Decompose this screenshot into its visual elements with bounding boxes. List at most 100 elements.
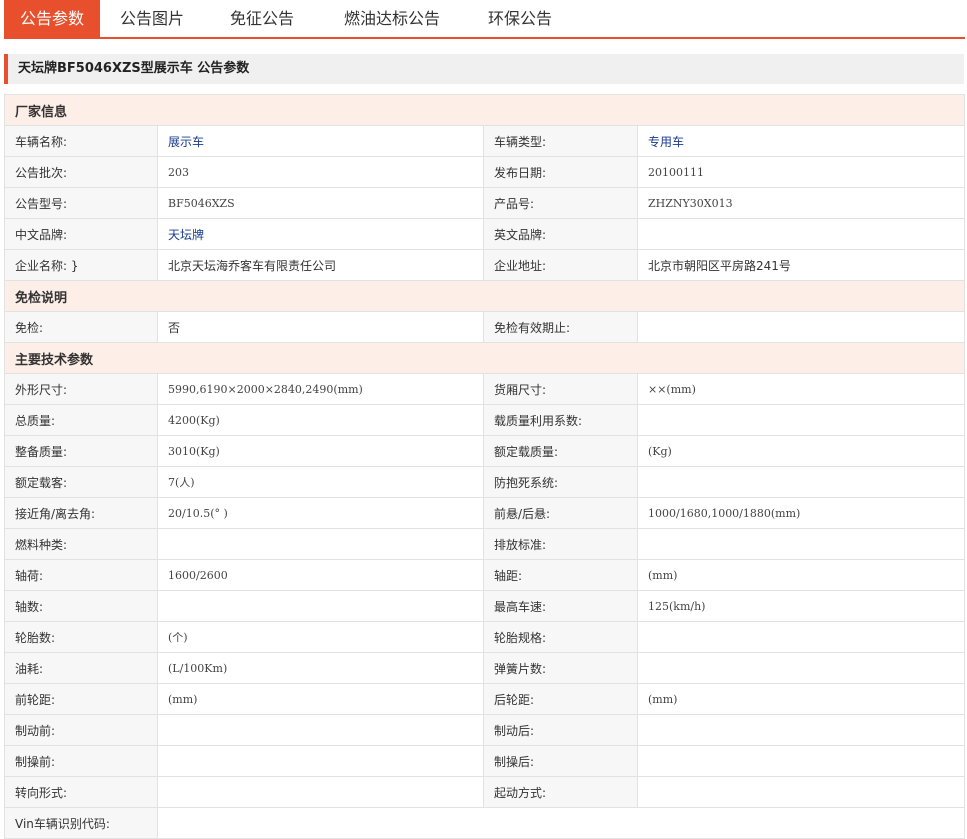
- param-label: 外形尺寸:: [4, 373, 158, 405]
- param-value: [157, 590, 484, 622]
- section-header: 厂家信息: [3, 94, 966, 126]
- param-label: 免检有效期止:: [483, 311, 638, 343]
- param-label: 总质量:: [4, 404, 158, 436]
- param-value: (Kg): [636, 435, 966, 467]
- param-row: 整备质量: 3010(Kg) 额定载质量: (Kg): [4, 435, 966, 467]
- section-title: 免检说明: [3, 280, 966, 312]
- param-value: (mm): [636, 683, 966, 715]
- param-value: 5990,6190×2000×2840,2490(mm): [157, 373, 484, 405]
- param-value: 203: [157, 156, 484, 188]
- section-title: 厂家信息: [3, 94, 966, 126]
- page-title-bar: 天坛牌BF5046XZS型展示车 公告参数: [4, 54, 964, 84]
- param-row: 前轮距: (mm) 后轮距: (mm): [4, 683, 966, 715]
- param-value-link[interactable]: 天坛牌: [157, 218, 484, 250]
- param-label: 制动前:: [4, 714, 158, 746]
- section-title: 主要技术参数: [3, 342, 966, 374]
- param-value: 20/10.5(° ): [157, 497, 484, 529]
- param-label: Vin车辆识别代码:: [4, 807, 158, 839]
- section-header: 主要技术参数: [3, 342, 966, 374]
- param-value: [157, 776, 484, 808]
- param-label: 企业地址:: [483, 249, 638, 281]
- param-value: ZHZNY30X013: [636, 187, 966, 219]
- param-value: [636, 745, 966, 777]
- param-label: 排放标准:: [483, 528, 638, 560]
- param-label: 最高车速:: [483, 590, 638, 622]
- param-label: 轮胎规格:: [483, 621, 638, 653]
- param-label: 弹簧片数:: [483, 652, 638, 684]
- param-value: 125(km/h): [636, 590, 966, 622]
- tab-fuel-compliance[interactable]: 燃油达标公告: [316, 0, 468, 37]
- param-row: Vin车辆识别代码:: [4, 807, 966, 839]
- param-label: 整备质量:: [4, 435, 158, 467]
- param-label: 轴距:: [483, 559, 638, 591]
- param-value-link[interactable]: 展示车: [157, 125, 484, 157]
- param-label: 中文品牌:: [4, 218, 158, 250]
- param-value: [636, 652, 966, 684]
- param-value: [636, 528, 966, 560]
- tab-announcement-images[interactable]: 公告图片: [100, 0, 204, 37]
- param-row: 轮胎数: (个) 轮胎规格:: [4, 621, 966, 653]
- param-row: 外形尺寸: 5990,6190×2000×2840,2490(mm) 货厢尺寸: ××…: [4, 373, 966, 405]
- param-label: 免检:: [4, 311, 158, 343]
- param-row: 燃料种类: 排放标准:: [4, 528, 966, 560]
- param-label: 油耗:: [4, 652, 158, 684]
- tab-announcement-params[interactable]: 公告参数: [4, 0, 100, 37]
- param-value: [156, 807, 966, 839]
- param-value: (mm): [157, 683, 484, 715]
- param-label: 额定载客:: [4, 466, 158, 498]
- param-value: 3010(Kg): [157, 435, 484, 467]
- param-value: 4200(Kg): [157, 404, 484, 436]
- param-value: [157, 528, 484, 560]
- param-label: 发布日期:: [483, 156, 638, 188]
- param-value: 北京市朝阳区平房路241号: [636, 249, 966, 281]
- tab-bar: 公告参数 公告图片 免征公告 燃油达标公告 环保公告: [4, 0, 965, 39]
- param-label: 车辆类型:: [483, 125, 638, 157]
- param-label: 前轮距:: [4, 683, 158, 715]
- param-row: 轴数: 最高车速: 125(km/h): [4, 590, 966, 622]
- param-label: 燃料种类:: [4, 528, 158, 560]
- param-row: 中文品牌: 天坛牌 英文品牌:: [4, 218, 966, 250]
- param-value: [636, 311, 966, 343]
- param-label: 公告批次:: [4, 156, 158, 188]
- param-row: 接近角/离去角: 20/10.5(° ) 前悬/后悬: 1000/1680,1000/…: [4, 497, 966, 529]
- param-value: [636, 776, 966, 808]
- param-value: 7(人): [157, 466, 484, 498]
- param-label: 额定载质量:: [483, 435, 638, 467]
- tab-environmental[interactable]: 环保公告: [468, 0, 572, 37]
- param-label: 轴荷:: [4, 559, 158, 591]
- param-row: 额定载客: 7(人) 防抱死系统:: [4, 466, 966, 498]
- param-value: (L/100Km): [157, 652, 484, 684]
- param-label: 轮胎数:: [4, 621, 158, 653]
- param-label: 后轮距:: [483, 683, 638, 715]
- param-row: 公告批次: 203 发布日期: 20100111: [4, 156, 966, 188]
- param-row: 总质量: 4200(Kg) 载质量利用系数:: [4, 404, 966, 436]
- param-label: 转向形式:: [4, 776, 158, 808]
- param-label: 制动后:: [483, 714, 638, 746]
- param-label: 前悬/后悬:: [483, 497, 638, 529]
- param-value: 1000/1680,1000/1880(mm): [636, 497, 966, 529]
- param-label: 企业名称: }: [4, 249, 158, 281]
- param-value: [636, 621, 966, 653]
- param-row: 免检: 否免检有效期止:: [4, 311, 966, 343]
- param-label: 产品号:: [483, 187, 638, 219]
- param-label: 车辆名称:: [4, 125, 158, 157]
- param-value: [636, 404, 966, 436]
- param-value: 否: [157, 311, 484, 343]
- param-value: ××(mm): [636, 373, 966, 405]
- param-value-link[interactable]: 专用车: [636, 125, 966, 157]
- param-label: 载质量利用系数:: [483, 404, 638, 436]
- tab-tax-exemption[interactable]: 免征公告: [208, 0, 316, 37]
- param-value: 1600/2600: [157, 559, 484, 591]
- param-value: [157, 714, 484, 746]
- param-row: 转向形式: 起动方式:: [4, 776, 966, 808]
- param-value: [636, 466, 966, 498]
- param-label: 货厢尺寸:: [483, 373, 638, 405]
- param-value: 20100111: [636, 156, 966, 188]
- param-value: [636, 714, 966, 746]
- params-table: 厂家信息 车辆名称: 展示车 车辆类型: 专用车 公告批次: 203 发布日期: 2010011…: [3, 94, 966, 839]
- param-label: 公告型号:: [4, 187, 158, 219]
- param-row: 制操前: 制操后:: [4, 745, 966, 777]
- param-value: BF5046XZS: [157, 187, 484, 219]
- param-value: (mm): [636, 559, 966, 591]
- param-value: [157, 745, 484, 777]
